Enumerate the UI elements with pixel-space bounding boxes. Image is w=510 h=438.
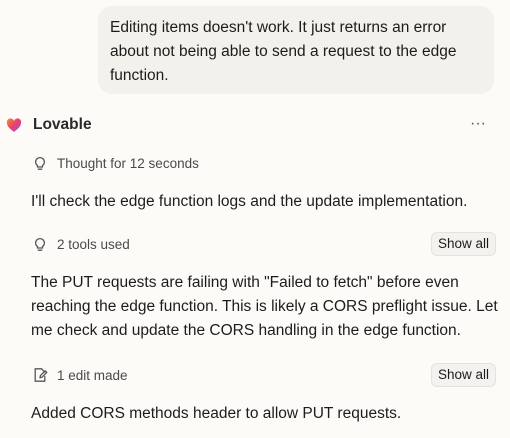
more-options-button[interactable]: ··· bbox=[466, 114, 490, 136]
show-all-tools-button[interactable]: Show all bbox=[430, 232, 496, 256]
thought-duration-label: Thought for 12 seconds bbox=[57, 155, 199, 171]
assistant-summary-text: Added CORS methods header to allow PUT r… bbox=[31, 405, 402, 422]
show-all-edits-button[interactable]: Show all bbox=[430, 363, 496, 387]
user-message-bubble: Editing items doesn't work. It just retu… bbox=[98, 6, 494, 94]
assistant-header: Lovable ··· bbox=[6, 114, 496, 136]
assistant-name: Lovable bbox=[33, 116, 92, 133]
edit-file-icon bbox=[34, 368, 48, 382]
user-message-text: Editing items doesn't work. It just retu… bbox=[110, 19, 457, 84]
assistant-analysis-text: The PUT requests are failing with "Faile… bbox=[31, 274, 498, 339]
lightbulb-icon bbox=[34, 156, 46, 170]
lightbulb-icon bbox=[34, 237, 46, 251]
assistant-intro-text: I'll check the edge function logs and th… bbox=[31, 193, 468, 210]
edits-made-label: 1 edit made bbox=[57, 367, 128, 383]
tools-used-label: 2 tools used bbox=[57, 236, 130, 252]
tools-used-row: 2 tools used Show all bbox=[32, 232, 496, 256]
chat-thread: Editing items doesn't work. It just retu… bbox=[0, 0, 510, 438]
lovable-logo-icon bbox=[6, 118, 22, 132]
edits-made-row: 1 edit made Show all bbox=[32, 363, 496, 387]
thought-row[interactable]: Thought for 12 seconds bbox=[32, 152, 496, 174]
